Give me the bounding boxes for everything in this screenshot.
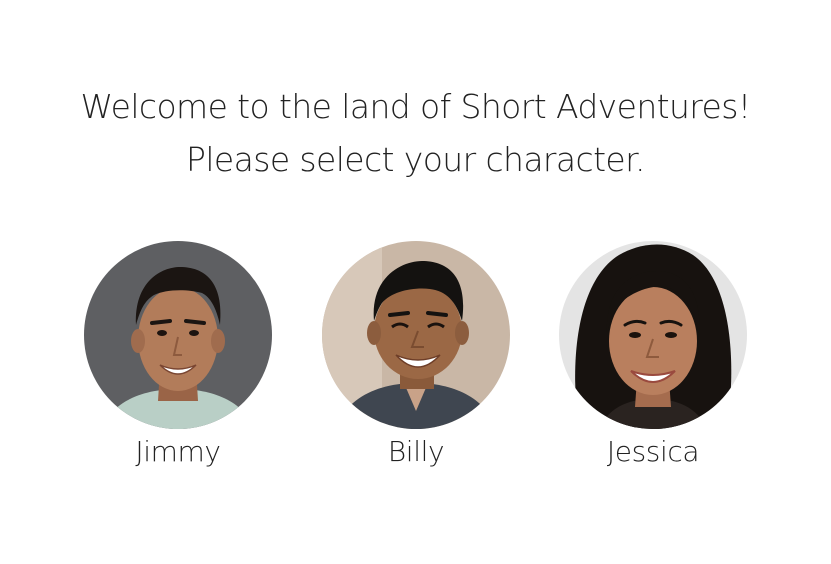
- character-option-billy[interactable]: Billy: [322, 241, 510, 468]
- character-name[interactable]: Jimmy: [84, 436, 272, 468]
- welcome-title: Welcome to the land of Short Adventures!: [80, 87, 752, 126]
- character-name[interactable]: Billy: [322, 436, 510, 468]
- avatar[interactable]: [322, 241, 510, 429]
- avatar[interactable]: [84, 241, 272, 429]
- character-option-jimmy[interactable]: Jimmy: [84, 241, 272, 468]
- character-name[interactable]: Jessica: [559, 436, 747, 468]
- avatar[interactable]: [559, 241, 747, 429]
- character-option-jessica[interactable]: Jessica: [559, 241, 747, 468]
- select-character-prompt: Please select your character.: [186, 140, 646, 179]
